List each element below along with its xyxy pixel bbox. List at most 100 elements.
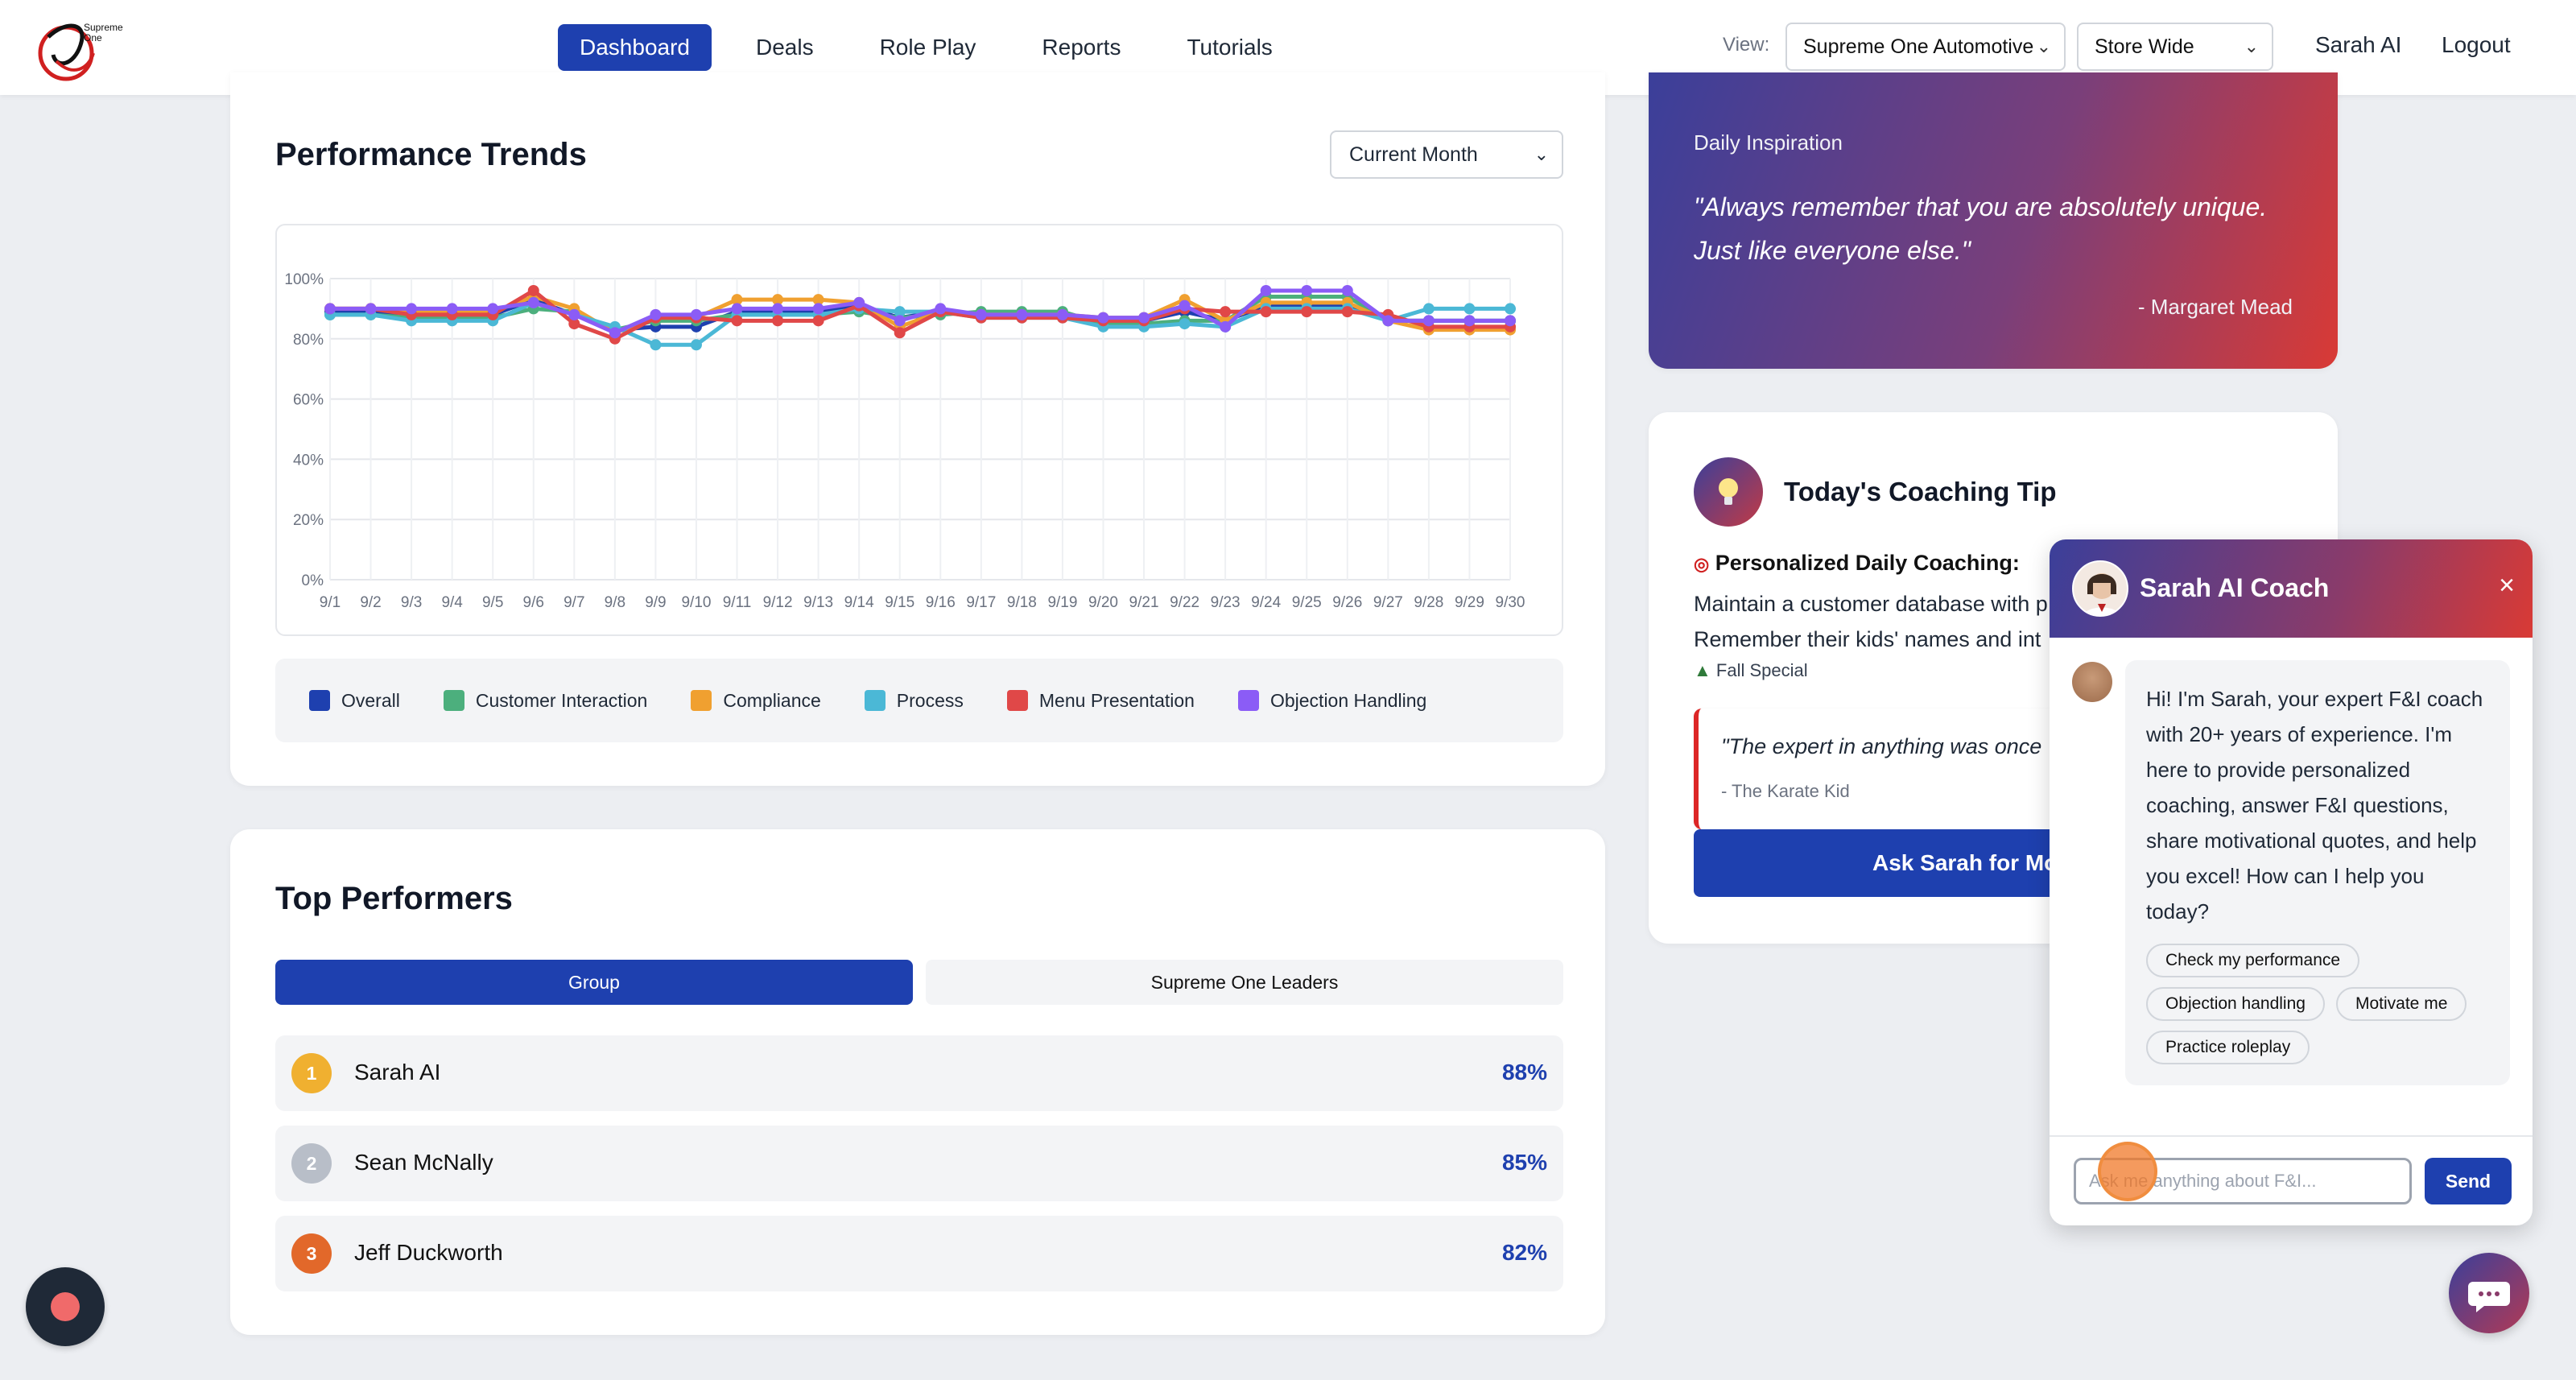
season-tag-text: Fall Special — [1715, 660, 1808, 680]
legend-swatch — [1006, 690, 1028, 711]
data-point — [935, 303, 947, 315]
data-point — [1505, 303, 1516, 315]
data-point — [690, 339, 702, 351]
legend-label: Objection Handling — [1269, 689, 1427, 711]
legend-label: Customer Interaction — [475, 689, 648, 711]
quick-reply-motivate-me[interactable]: Motivate me — [2336, 987, 2467, 1021]
performer-tabs: Group Supreme One Leaders — [275, 960, 1563, 1005]
tab-group[interactable]: Group — [275, 960, 913, 1005]
data-point — [975, 308, 987, 320]
coach-avatar — [2072, 560, 2128, 617]
x-tick-label: 9/3 — [401, 594, 422, 611]
data-point — [1179, 300, 1191, 312]
chat-message-text: Hi! I'm Sarah, your expert F&I coach wit… — [2146, 687, 2483, 923]
performer-row[interactable]: 3 Jeff Duckworth 82% — [275, 1216, 1563, 1291]
record-button[interactable] — [26, 1267, 105, 1346]
x-tick-label: 9/16 — [926, 594, 956, 611]
inspiration-quote: "Always remember that you are absolutely… — [1694, 192, 2268, 265]
chat-message-bubble: Hi! I'm Sarah, your expert F&I coach wit… — [2125, 660, 2510, 1085]
x-tick-label: 9/1 — [320, 594, 341, 611]
legend-swatch — [864, 690, 886, 711]
legend-item-process[interactable]: Process — [864, 690, 964, 712]
performer-score: 82% — [1501, 1240, 1547, 1265]
logo-text: Supreme One — [84, 22, 123, 43]
nav-deals[interactable]: Deals — [734, 24, 836, 71]
performer-row[interactable]: 1 Sarah AI 88% — [275, 1035, 1563, 1111]
chart-legend: Overall Customer Interaction Compliance … — [275, 659, 1563, 742]
data-point — [1505, 315, 1516, 327]
data-point — [406, 303, 418, 315]
period-select[interactable]: Current Month ⌄ — [1330, 130, 1563, 179]
tab-supreme-one-leaders[interactable]: Supreme One Leaders — [926, 960, 1563, 1005]
close-icon[interactable]: × — [2499, 572, 2515, 599]
performer-score: 85% — [1501, 1150, 1547, 1175]
legend-item-compliance[interactable]: Compliance — [691, 690, 821, 712]
scope-select-value: Store Wide — [2095, 35, 2194, 58]
y-tick-label: 20% — [293, 512, 324, 529]
x-tick-label: 9/12 — [763, 594, 793, 611]
legend-item-customer-interaction[interactable]: Customer Interaction — [443, 689, 648, 712]
x-tick-label: 9/22 — [1170, 594, 1199, 611]
nav-reports[interactable]: Reports — [1020, 24, 1142, 71]
data-point — [324, 303, 336, 315]
season-tag: ▲ Fall Special — [1694, 660, 1808, 681]
x-tick-label: 9/5 — [482, 594, 503, 611]
data-point — [772, 303, 784, 315]
coaching-quote-author: - The Karate Kid — [1721, 781, 1850, 801]
data-point — [1382, 315, 1394, 327]
x-tick-label: 9/26 — [1332, 594, 1362, 611]
quick-reply-practice-roleplay[interactable]: Practice roleplay — [2146, 1031, 2310, 1064]
nav-role-play[interactable]: Role Play — [858, 24, 998, 71]
x-tick-label: 9/9 — [645, 594, 666, 611]
lightbulb-icon — [1694, 457, 1763, 527]
chevron-down-icon: ⌄ — [2244, 36, 2259, 56]
x-tick-label: 9/29 — [1455, 594, 1484, 611]
top-performers-title: Top Performers — [275, 881, 513, 916]
data-point — [1341, 306, 1353, 318]
legend-item-overall[interactable]: Overall — [309, 690, 400, 712]
x-tick-label: 9/30 — [1496, 594, 1525, 611]
legend-item-menu-presentation[interactable]: Menu Presentation — [1006, 690, 1195, 712]
y-tick-label: 100% — [284, 271, 324, 288]
chat-toggle-button[interactable] — [2449, 1253, 2529, 1333]
nav-tutorials[interactable]: Tutorials — [1165, 24, 1294, 71]
chevron-down-icon: ⌄ — [2036, 36, 2051, 56]
x-tick-label: 9/13 — [803, 594, 833, 611]
user-menu[interactable]: Sarah AI — [2315, 32, 2401, 58]
data-point — [1260, 306, 1272, 318]
data-point — [731, 303, 743, 315]
dealer-select[interactable]: Supreme One Automotive ⌄ — [1785, 23, 2066, 71]
performer-row[interactable]: 2 Sean McNally 85% — [275, 1126, 1563, 1201]
rank-badge: 3 — [291, 1233, 332, 1274]
quick-reply-objection-handling[interactable]: Objection handling — [2146, 987, 2325, 1021]
data-point — [1179, 318, 1191, 330]
quick-reply-check-performance[interactable]: Check my performance — [2146, 944, 2360, 977]
chat-divider — [2050, 1135, 2533, 1137]
coaching-tip-subtitle-text: Personalized Daily Coaching: — [1715, 551, 2020, 575]
x-tick-label: 9/11 — [723, 594, 752, 611]
y-tick-label: 80% — [293, 332, 324, 349]
legend-swatch — [309, 690, 330, 711]
data-point — [1138, 312, 1150, 324]
send-button[interactable]: Send — [2425, 1158, 2512, 1204]
scope-select[interactable]: Store Wide ⌄ — [2077, 23, 2273, 71]
performer-name: Sarah AI — [354, 1060, 441, 1085]
y-tick-label: 40% — [293, 452, 324, 469]
supreme-one-logo[interactable]: Supreme One — [32, 5, 123, 89]
data-point — [1422, 315, 1435, 327]
data-point — [1341, 284, 1353, 296]
data-point — [446, 303, 458, 315]
logout-link[interactable]: Logout — [2442, 32, 2511, 58]
data-point — [1260, 284, 1272, 296]
x-tick-label: 9/24 — [1251, 594, 1281, 611]
nav-dashboard[interactable]: Dashboard — [558, 24, 712, 71]
record-icon — [51, 1292, 80, 1321]
data-point — [731, 315, 743, 327]
chat-bubble-icon — [2468, 1282, 2510, 1312]
legend-swatch — [443, 690, 464, 711]
legend-item-objection-handling[interactable]: Objection Handling — [1237, 689, 1427, 712]
x-tick-label: 9/25 — [1292, 594, 1322, 611]
inspiration-label: Daily Inspiration — [1694, 130, 1843, 155]
data-point — [650, 308, 662, 320]
data-point — [609, 327, 621, 339]
